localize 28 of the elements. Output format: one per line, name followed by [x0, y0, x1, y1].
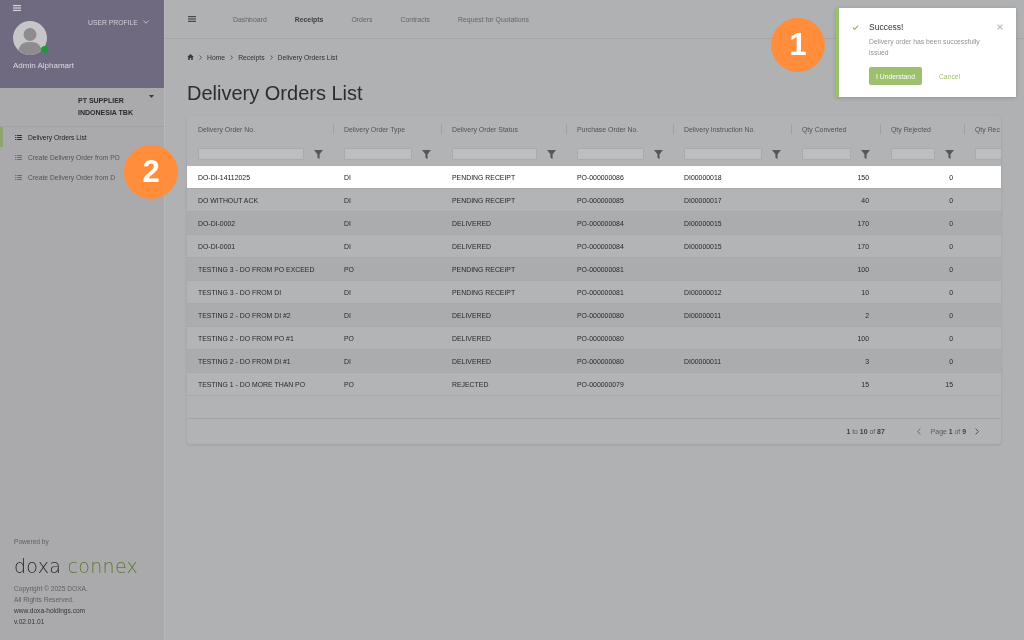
menu-icon[interactable] — [13, 5, 21, 11]
user-name: Admin Alphamart — [13, 61, 75, 71]
home-icon[interactable] — [187, 54, 194, 60]
page-title: Delivery Orders List — [187, 81, 364, 105]
caret-icon — [149, 95, 154, 98]
chevron-right-icon — [269, 54, 273, 60]
menu-icon[interactable] — [188, 16, 196, 22]
avatar-icon — [13, 21, 47, 55]
list-icon — [15, 154, 22, 160]
filter-icon[interactable] — [314, 149, 323, 159]
chevron-right-icon — [230, 54, 234, 60]
brand-logo: doxa connex — [14, 555, 140, 577]
check-icon — [852, 24, 859, 30]
list-icon — [15, 134, 22, 140]
list-icon — [15, 174, 22, 180]
filter-icon[interactable] — [861, 149, 870, 159]
filter-icon[interactable] — [547, 149, 556, 159]
step-marker: 1 — [771, 18, 825, 72]
filter-icon[interactable] — [654, 149, 663, 159]
filter-icon[interactable] — [772, 149, 781, 159]
toast-title: Success! — [869, 22, 905, 32]
chevron-down-icon — [142, 20, 149, 24]
chevron-right-icon — [199, 54, 202, 60]
chevron-left-icon[interactable] — [916, 428, 921, 435]
chevron-right-icon[interactable] — [975, 428, 979, 435]
close-icon[interactable] — [997, 24, 1003, 30]
filter-icon[interactable] — [422, 149, 431, 159]
filter-icon[interactable] — [945, 149, 954, 159]
